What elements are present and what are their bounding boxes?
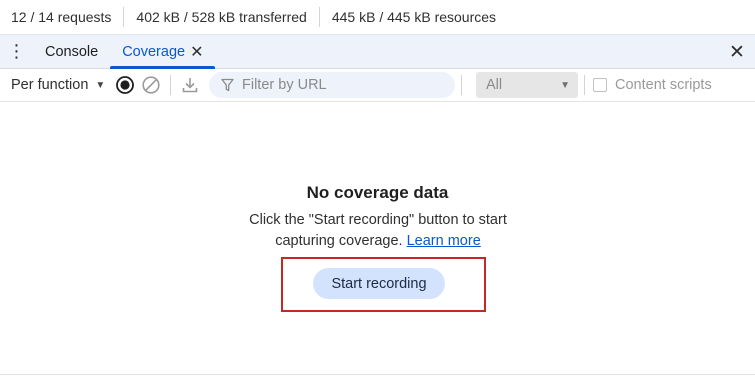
drawer-tab-bar: ⋮ Console Coverage ✕ ✕	[0, 34, 755, 69]
coverage-empty-state: No coverage data Click the "Start record…	[0, 103, 755, 375]
resource-type-value: All	[486, 77, 503, 93]
record-icon[interactable]	[112, 72, 138, 98]
clear-icon[interactable]	[138, 72, 164, 98]
tab-coverage[interactable]: Coverage ✕	[110, 35, 216, 69]
divider	[461, 75, 462, 95]
download-icon[interactable]	[177, 72, 203, 98]
coverage-mode-value: Per function	[11, 77, 89, 93]
caret-down-icon: ▼	[95, 79, 106, 91]
content-scripts-checkbox[interactable]	[593, 78, 607, 92]
kebab-menu-icon[interactable]: ⋮	[0, 35, 33, 68]
resource-type-select[interactable]: All ▼	[476, 72, 578, 98]
divider	[584, 75, 585, 95]
content-scripts-toggle[interactable]: Content scripts	[593, 77, 712, 93]
tab-label: Console	[45, 43, 99, 60]
coverage-toolbar: Per function ▼ All ▼ Content scri	[0, 69, 755, 102]
filter-url-input[interactable]	[242, 77, 442, 93]
divider	[170, 75, 171, 95]
caret-down-icon: ▼	[560, 79, 570, 91]
close-icon[interactable]: ✕	[190, 42, 203, 62]
content-scripts-label: Content scripts	[615, 77, 712, 93]
close-drawer-icon[interactable]: ✕	[727, 35, 747, 69]
filter-icon	[221, 78, 234, 92]
transferred-size: 402 kB / 528 kB transferred	[124, 7, 320, 27]
network-status-bar: 12 / 14 requests 402 kB / 528 kB transfe…	[0, 0, 755, 34]
tab-label: Coverage	[122, 43, 186, 60]
empty-state-title: No coverage data	[306, 183, 449, 202]
empty-state-description: Click the "Start recording" button to st…	[228, 210, 528, 252]
bottom-divider	[0, 374, 755, 375]
requests-count: 12 / 14 requests	[0, 7, 125, 27]
learn-more-link[interactable]: Learn more	[407, 233, 481, 249]
coverage-mode-select[interactable]: Per function ▼	[0, 77, 112, 93]
resources-size: 445 kB / 445 kB resources	[331, 9, 497, 25]
start-recording-button[interactable]: Start recording	[313, 268, 445, 299]
url-filter[interactable]	[209, 72, 455, 98]
tab-console[interactable]: Console	[33, 35, 110, 68]
